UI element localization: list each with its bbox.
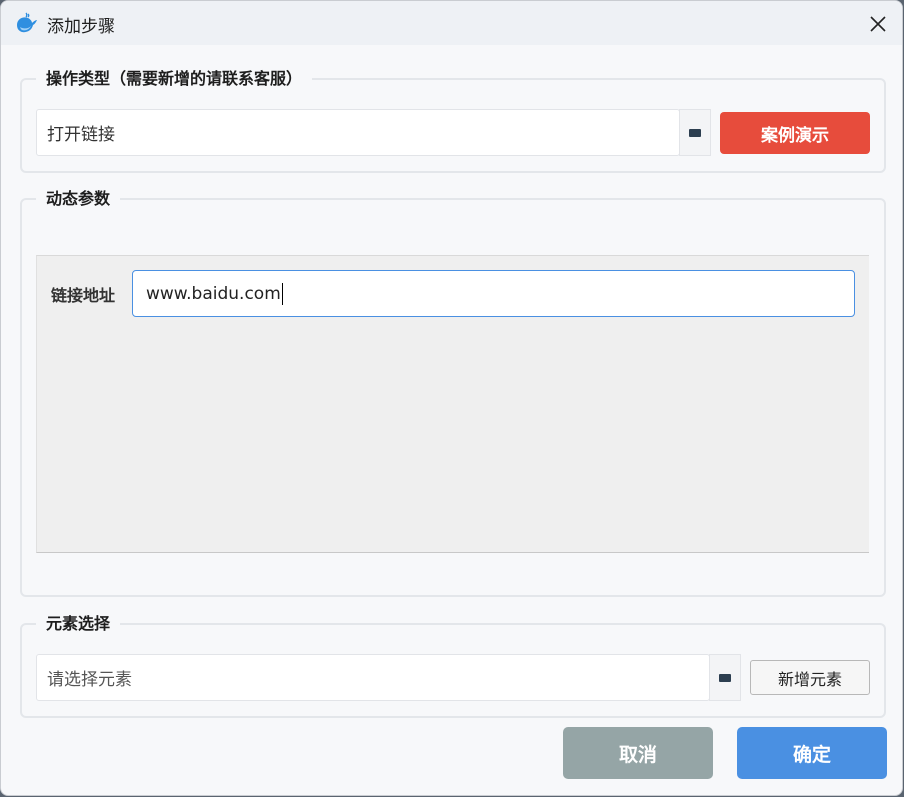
title-bar: 添加步骤 <box>1 1 902 45</box>
dynamic-params-legend: 动态参数 <box>36 188 121 210</box>
text-caret <box>281 282 284 305</box>
element-select-dropdown-button[interactable] <box>709 654 741 701</box>
whale-app-icon <box>17 12 37 33</box>
operation-type-legend: 操作类型（需要新增的请联系客服） <box>36 68 313 90</box>
demo-button[interactable]: 案例演示 <box>720 112 870 154</box>
close-button[interactable] <box>864 10 892 38</box>
add-step-dialog: 添加步骤 操作类型（需要新增的请联系客服） 打开链接 案例演示 动态参数 链接地… <box>0 0 903 796</box>
operation-type-select[interactable]: 打开链接 <box>36 109 680 156</box>
link-address-input[interactable]: www.baidu.com <box>132 270 855 317</box>
operation-type-dropdown-button[interactable] <box>679 109 711 156</box>
element-select-input[interactable]: 请选择元素 <box>36 654 710 701</box>
dialog-title: 添加步骤 <box>47 17 115 37</box>
close-icon <box>870 16 886 32</box>
element-select-legend: 元素选择 <box>36 613 121 635</box>
cancel-button[interactable]: 取消 <box>563 727 713 779</box>
add-element-button[interactable]: 新增元素 <box>750 660 870 695</box>
link-address-value: www.baidu.com <box>146 283 281 304</box>
dropdown-icon <box>689 128 701 137</box>
link-address-label: 链接地址 <box>51 286 116 305</box>
dropdown-icon <box>719 673 731 682</box>
confirm-button[interactable]: 确定 <box>737 727 887 779</box>
